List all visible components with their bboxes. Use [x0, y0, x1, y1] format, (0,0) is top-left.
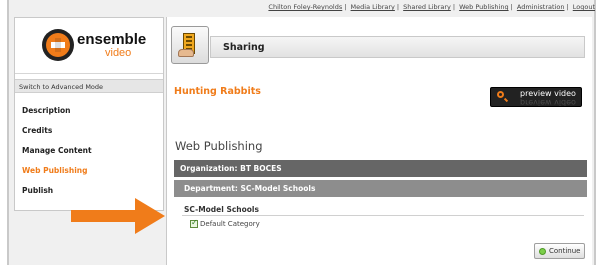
- orange-arrow-icon: [71, 198, 165, 234]
- continue-icon: [539, 248, 546, 255]
- web-publishing-link[interactable]: Web Publishing: [459, 3, 508, 11]
- preview-video-label: preview video: [520, 89, 576, 98]
- sidebar-nav: Description Credits Manage Content Web P…: [22, 105, 92, 205]
- continue-label: Continue: [549, 247, 581, 255]
- continue-button[interactable]: Continue: [534, 243, 585, 259]
- sidebar-item-manage-content[interactable]: Manage Content: [22, 145, 92, 165]
- logout-link[interactable]: Logout: [573, 3, 595, 11]
- organization-bar: Organization: BT BOCES: [174, 160, 587, 177]
- sidebar-item-web-publishing[interactable]: Web Publishing: [22, 165, 92, 185]
- main-panel: Sharing Hunting Rabbits preview video pr…: [166, 17, 592, 265]
- preview-video-reflection: preview video: [520, 99, 576, 106]
- ensemble-logo-icon: [42, 29, 74, 61]
- department-bar: Department: SC-Model Schools: [174, 180, 587, 197]
- shared-library-link[interactable]: Shared Library: [403, 3, 451, 11]
- sharing-icon: [171, 26, 209, 64]
- default-category-label: Default Category: [200, 220, 260, 228]
- department-label: Department: SC-Model Schools: [184, 184, 316, 193]
- page-header: Sharing: [210, 36, 585, 58]
- left-pane: ensemble video Switch to Advanced Mode D…: [14, 17, 164, 211]
- logo: ensemble video: [15, 18, 163, 74]
- top-links: Chilton Foley-Reynolds | Media Library | S…: [268, 3, 595, 11]
- administration-link[interactable]: Administration: [517, 3, 565, 11]
- video-title: Hunting Rabbits: [174, 86, 261, 97]
- section-title: Web Publishing: [175, 139, 263, 153]
- media-library-link[interactable]: Media Library: [351, 3, 395, 11]
- school-name: SC-Model Schools: [184, 205, 259, 214]
- sidebar-item-description[interactable]: Description: [22, 105, 92, 125]
- sidebar-item-credits[interactable]: Credits: [22, 125, 92, 145]
- logo-word: ensemble: [77, 31, 147, 48]
- switch-advanced-mode-link[interactable]: Switch to Advanced Mode: [15, 79, 163, 93]
- preview-video-button[interactable]: preview video preview video: [490, 87, 582, 107]
- magnifier-icon: [497, 91, 504, 98]
- user-link[interactable]: Chilton Foley-Reynolds: [268, 3, 342, 11]
- page-title: Sharing: [223, 42, 265, 53]
- logo-sub: video: [105, 47, 132, 59]
- school-divider: [182, 215, 584, 216]
- organization-label: Organization: BT BOCES: [180, 164, 282, 173]
- default-category-checkbox[interactable]: [190, 218, 198, 228]
